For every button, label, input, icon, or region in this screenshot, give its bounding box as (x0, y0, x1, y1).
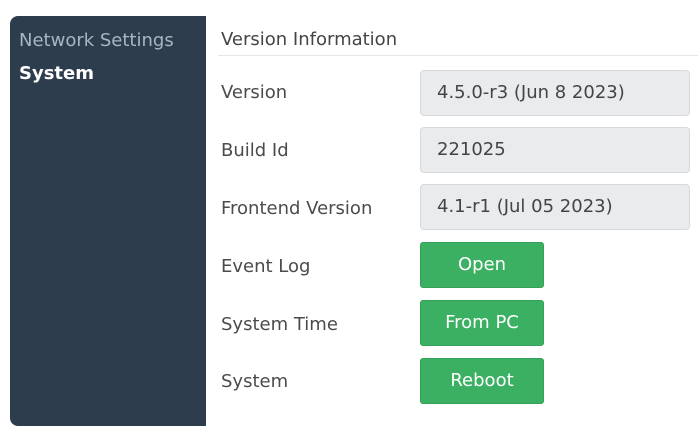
sidebar: Network Settings System (10, 16, 206, 426)
sidebar-item-network-settings[interactable]: Network Settings (19, 29, 174, 53)
frontend-version-value: 4.1-r1 (Jul 05 2023) (420, 184, 690, 230)
reboot-button[interactable]: Reboot (420, 358, 544, 404)
set-time-from-pc-button[interactable]: From PC (420, 300, 544, 346)
sidebar-item-system[interactable]: System (19, 62, 94, 86)
settings-window: Network Settings System Version Informat… (0, 0, 700, 426)
section-title: Version Information (221, 29, 398, 50)
build-id-label: Build Id (221, 140, 289, 161)
version-label: Version (221, 82, 288, 103)
open-event-log-button[interactable]: Open (420, 242, 544, 288)
build-id-value: 221025 (420, 127, 690, 173)
system-time-label: System Time (221, 314, 338, 335)
version-value: 4.5.0-r3 (Jun 8 2023) (420, 70, 690, 116)
event-log-label: Event Log (221, 256, 311, 277)
system-label: System (221, 371, 289, 392)
frontend-version-label: Frontend Version (221, 198, 373, 219)
main-panel: Version Information Version 4.5.0-r3 (Ju… (206, 16, 700, 414)
section-divider (218, 55, 698, 56)
